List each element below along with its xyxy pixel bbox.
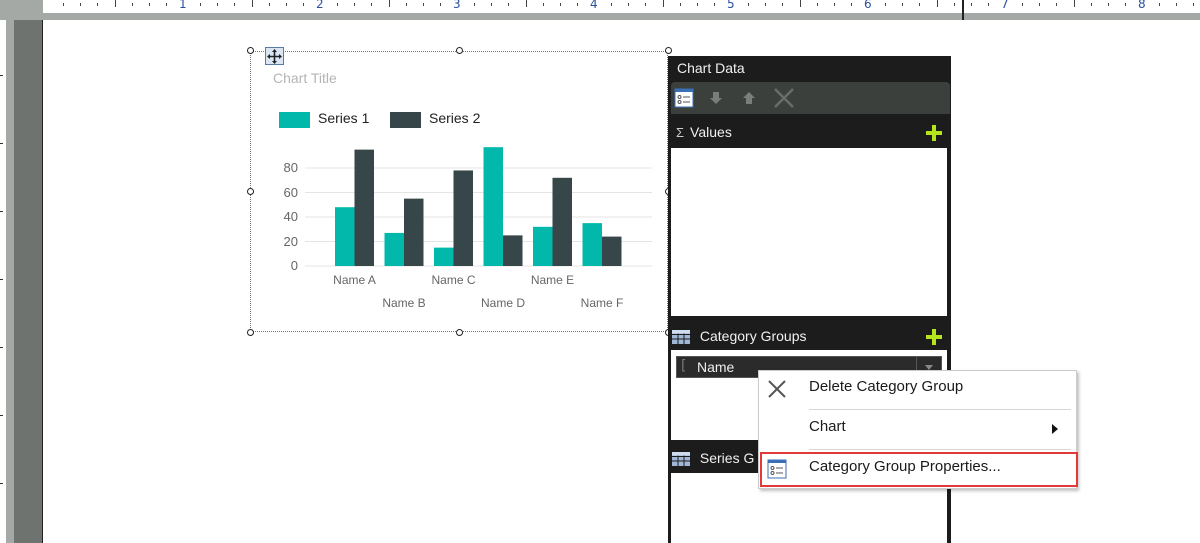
bar-series-2-name-a[interactable] (354, 149, 375, 266)
menu-separator (809, 449, 1071, 450)
x-tick-label: Name B (382, 296, 426, 310)
values-label: Values (690, 124, 732, 140)
menu-item-chart[interactable]: Chart (759, 411, 1076, 447)
values-drop-area[interactable] (671, 148, 947, 316)
bar-series-2-name-c[interactable] (453, 170, 474, 266)
bar-series-1-name-b[interactable] (384, 232, 405, 266)
x-tick-label: Name C (431, 273, 476, 287)
menu-item-delete-category-group[interactable]: Delete Category Group (759, 371, 1076, 407)
field-bracket-icon: [ (681, 358, 687, 374)
series-groups-header: Series G (672, 450, 755, 467)
bar-series-2-name-b[interactable] (404, 198, 424, 266)
series-groups-label: Series G (699, 450, 755, 466)
highlight-box (760, 452, 1078, 487)
category-groups-header: Category Groups (672, 328, 807, 345)
x-tick-label: Name E (530, 273, 575, 287)
bar-series-1-name-a[interactable] (335, 207, 355, 266)
menu-separator (809, 409, 1071, 410)
category-groups-label: Category Groups (699, 328, 807, 344)
bar-series-1-name-e[interactable] (533, 226, 553, 266)
x-tick-label: Name A (333, 273, 376, 287)
sigma-icon: Σ (676, 125, 685, 140)
bar-series-1-name-c[interactable] (434, 247, 454, 266)
y-tick-label: 80 (283, 160, 298, 175)
grid-icon (672, 452, 690, 467)
chart-data-title: Chart Data (677, 60, 745, 76)
submenu-arrow-icon (1052, 424, 1058, 434)
bar-series-1-name-f[interactable] (582, 223, 603, 266)
y-tick-label: 40 (283, 209, 298, 224)
add-category-group-icon[interactable] (926, 329, 942, 345)
menu-item-label: Chart (809, 418, 846, 435)
bar-series-1-name-d[interactable] (483, 147, 504, 266)
category-field-label: Name (697, 359, 735, 375)
x-tick-label: Name F (580, 296, 624, 310)
y-tick-label: 20 (283, 233, 298, 249)
bar-series-2-name-f[interactable] (602, 236, 622, 266)
bar-series-2-name-e[interactable] (552, 177, 573, 266)
grid-icon (672, 330, 690, 345)
menu-item-label: Delete Category Group (809, 378, 964, 395)
y-tick-label: 60 (283, 184, 298, 200)
add-value-icon[interactable] (926, 125, 942, 141)
arrow-down-icon[interactable] (706, 88, 726, 108)
y-tick-label: 0 (290, 258, 298, 273)
arrow-up-icon[interactable] (739, 88, 759, 108)
properties-icon[interactable] (674, 88, 694, 108)
values-section-header: Σ Values (672, 124, 732, 140)
delete-x-icon (768, 380, 786, 398)
x-tick-label: Name D (480, 296, 525, 310)
delete-icon[interactable] (772, 86, 796, 110)
bar-series-2-name-d[interactable] (503, 235, 523, 266)
